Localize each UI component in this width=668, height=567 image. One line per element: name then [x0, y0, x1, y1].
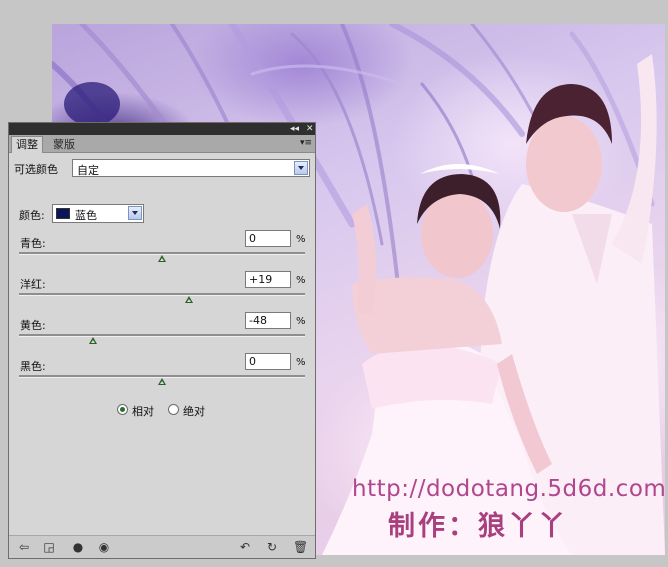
- black-input[interactable]: 0: [245, 353, 291, 370]
- reset-icon[interactable]: ↻: [265, 540, 279, 554]
- magenta-label: 洋红:: [20, 278, 46, 291]
- collapse-panel-icon[interactable]: ◂◂: [290, 123, 299, 135]
- preset-value: 自定: [77, 164, 99, 177]
- black-unit: %: [296, 357, 306, 368]
- magenta-unit: %: [296, 275, 306, 286]
- watermark-url: http://dodotang.5d6d.com: [352, 476, 665, 502]
- colors-label: 颜色:: [19, 209, 45, 222]
- panel-titlebar[interactable]: ◂◂ ✕: [9, 123, 315, 135]
- yellow-slider-track[interactable]: [19, 334, 305, 337]
- adjustments-panel: ◂◂ ✕ 调整 蒙版 ▾≡ 可选颜色 自定 颜色: 蓝色 青色: 0 % 洋红:…: [8, 122, 316, 559]
- panel-menu-icon[interactable]: ▾≡: [300, 138, 312, 148]
- tab-masks[interactable]: 蒙版: [49, 137, 79, 152]
- chevron-down-icon[interactable]: [294, 161, 308, 175]
- cyan-slider-thumb[interactable]: [158, 255, 166, 262]
- chevron-down-icon[interactable]: [128, 206, 142, 220]
- magenta-slider-thumb[interactable]: [185, 296, 194, 303]
- watermark-credit: 制作：狼丫丫: [388, 511, 568, 542]
- absolute-label[interactable]: 绝对: [183, 403, 205, 419]
- black-label: 黑色:: [20, 360, 46, 373]
- black-slider-thumb[interactable]: [158, 378, 166, 385]
- visibility-toggle-icon[interactable]: ●: [71, 540, 85, 554]
- eye-icon[interactable]: ◉: [97, 540, 111, 554]
- cyan-label: 青色:: [20, 237, 46, 250]
- preset-dropdown[interactable]: 自定: [72, 159, 310, 177]
- absolute-radio[interactable]: [168, 404, 179, 415]
- relative-radio[interactable]: [117, 404, 128, 415]
- yellow-unit: %: [296, 316, 306, 327]
- panel-tabs: 调整 蒙版 ▾≡: [9, 135, 315, 153]
- previous-state-icon[interactable]: ↶: [238, 540, 252, 554]
- tab-adjustments[interactable]: 调整: [11, 136, 43, 153]
- cyan-unit: %: [296, 234, 306, 245]
- magenta-input[interactable]: +19: [245, 271, 291, 288]
- magenta-slider-track[interactable]: [19, 293, 305, 296]
- preset-label: 可选颜色: [14, 163, 58, 176]
- back-arrow-icon[interactable]: ⇦: [17, 540, 31, 554]
- cyan-input[interactable]: 0: [245, 230, 291, 247]
- yellow-label: 黄色:: [20, 319, 46, 332]
- clip-layer-icon[interactable]: ◲: [42, 540, 56, 554]
- relative-label[interactable]: 相对: [132, 403, 154, 419]
- yellow-slider-thumb[interactable]: [89, 337, 98, 344]
- close-panel-icon[interactable]: ✕: [306, 123, 314, 135]
- trash-icon[interactable]: 🗑: [293, 540, 308, 554]
- yellow-input[interactable]: -48: [245, 312, 291, 329]
- panel-bottom-toolbar: ⇦ ◲ ● ◉ ↶ ↻ 🗑: [9, 535, 315, 558]
- color-swatch: [56, 208, 70, 219]
- colors-dropdown[interactable]: 蓝色: [52, 204, 144, 223]
- colors-value: 蓝色: [75, 209, 97, 222]
